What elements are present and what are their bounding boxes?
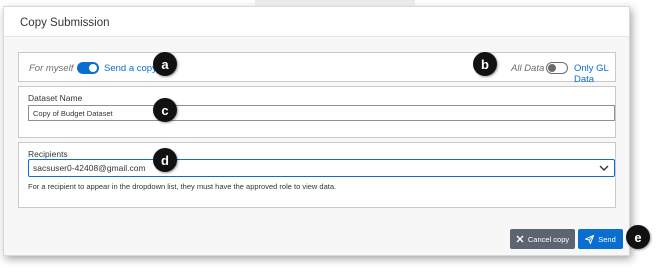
dataset-name-input[interactable] [28,105,615,121]
callout-marker-d: d [153,148,177,172]
dialog-header: Copy Submission [4,7,629,37]
for-myself-label: For myself [29,63,74,74]
send-icon [585,234,595,244]
callout-marker-a: a [153,52,177,76]
toggle-knob [89,64,97,72]
chevron-down-icon [599,165,609,171]
send-label: Send [598,234,616,244]
all-data-label: All Data [511,63,545,74]
send-copy-toggle[interactable] [77,62,99,74]
cancel-copy-button[interactable]: Cancel copy [510,229,575,249]
recipients-selected-value: sacsuser0-42408@gmail.com [33,163,146,173]
close-icon [516,235,524,243]
recipients-label: Recipients [28,149,68,159]
send-a-copy-label: Send a copy [104,63,157,74]
dataset-name-label: Dataset Name [28,93,83,103]
cancel-copy-label: Cancel copy [527,234,570,244]
toggle-knob [548,63,556,72]
recipients-select[interactable]: sacsuser0-42408@gmail.com [28,159,615,177]
callout-marker-c: c [153,98,177,122]
dialog-title: Copy Submission [20,17,110,29]
recipients-hint: For a recipient to appear in the dropdow… [28,182,337,191]
callout-marker-b: b [473,52,497,76]
send-button[interactable]: Send [578,229,623,249]
callout-marker-e: e [626,225,650,249]
data-scope-toggle[interactable] [546,62,568,74]
copy-submission-dialog: Copy Submission For myself Send a copy A… [3,6,630,256]
options-panel: For myself Send a copy All Data Only GL … [18,52,616,85]
recipients-panel: Recipients sacsuser0-42408@gmail.com For… [18,142,616,208]
dataset-name-panel: Dataset Name [18,86,616,138]
only-gl-data-label: Only GL Data [574,63,609,85]
